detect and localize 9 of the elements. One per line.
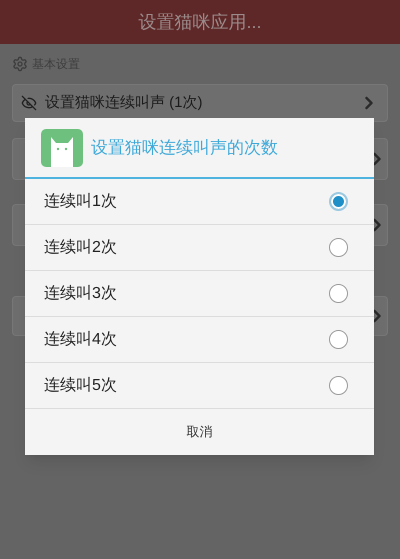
radio-option[interactable]: 连续叫5次 [25, 363, 374, 409]
radio-option[interactable]: 连续叫4次 [25, 317, 374, 363]
cancel-button[interactable]: 取消 [25, 409, 374, 455]
radio-option[interactable]: 连续叫1次 [25, 179, 374, 225]
dialog-title: 设置猫咪连续叫声的次数 [91, 136, 278, 159]
radio-option[interactable]: 连续叫2次 [25, 225, 374, 271]
app-title: 设置猫咪应用... [138, 10, 262, 34]
radio-option[interactable]: 连续叫3次 [25, 271, 374, 317]
setting-label: 设置猫咪连续叫声 (1次) [45, 92, 204, 113]
